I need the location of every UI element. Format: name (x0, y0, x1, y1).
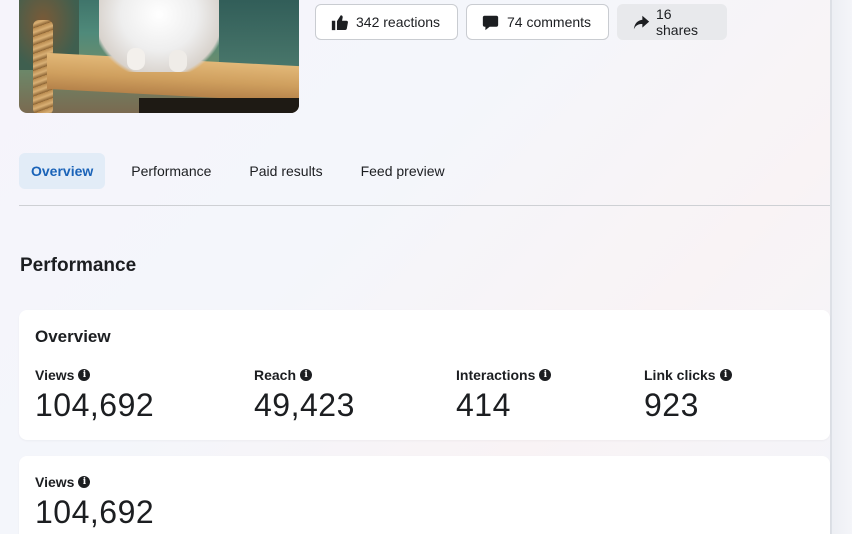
share-arrow-icon (633, 14, 650, 31)
metric-value: 414 (456, 387, 511, 423)
info-icon[interactable]: i (719, 369, 732, 381)
section-title: Performance (20, 255, 137, 276)
comments-label: 74 comments (507, 14, 592, 30)
card-title: Overview (35, 327, 111, 346)
comments-button[interactable]: 74 comments (466, 4, 609, 40)
info-icon[interactable]: i (78, 476, 91, 488)
reactions-label: 342 reactions (356, 14, 441, 30)
metric-views: Views i 104,692 (35, 367, 154, 424)
thumbs-up-icon (331, 14, 348, 31)
metric-link-clicks: Link clicks i 923 (644, 367, 732, 424)
info-icon[interactable]: i (78, 369, 91, 381)
comment-bubble-icon (482, 14, 499, 31)
info-icon[interactable]: i (539, 369, 552, 381)
tab-bar: Overview Performance Paid results Feed p… (19, 153, 471, 189)
tab-divider (19, 205, 830, 206)
metric-value: 49,423 (254, 387, 355, 423)
tab-paid-results[interactable]: Paid results (237, 153, 334, 189)
reactions-button[interactable]: 342 reactions (315, 4, 458, 40)
shares-button[interactable]: 16 shares (617, 4, 727, 40)
metric-label: Interactions (456, 367, 536, 383)
tab-performance[interactable]: Performance (119, 153, 223, 189)
post-thumbnail[interactable] (19, 0, 299, 113)
metric-value: 923 (644, 387, 699, 423)
views-card: Views i 104,692 (19, 456, 830, 534)
metric-label: Views (35, 474, 75, 490)
metric-label: Views (35, 367, 75, 383)
overview-card: Overview Views i 104,692 Reach i 49,423 … (19, 310, 830, 440)
tab-feed-preview[interactable]: Feed preview (349, 153, 457, 189)
metric-value: 104,692 (35, 387, 155, 423)
info-icon[interactable]: i (300, 369, 313, 381)
metric-interactions: Interactions i 414 (456, 367, 552, 424)
metric-value: 104,692 (35, 494, 155, 530)
shares-label: 16 shares (656, 6, 699, 38)
metric-label: Reach (254, 367, 297, 383)
metric-label: Link clicks (644, 367, 716, 383)
metric-views-detail: Views i 104,692 (35, 474, 154, 531)
tab-overview[interactable]: Overview (19, 153, 106, 189)
page-scrollbar[interactable] (830, 0, 852, 534)
metric-reach: Reach i 49,423 (254, 367, 355, 424)
